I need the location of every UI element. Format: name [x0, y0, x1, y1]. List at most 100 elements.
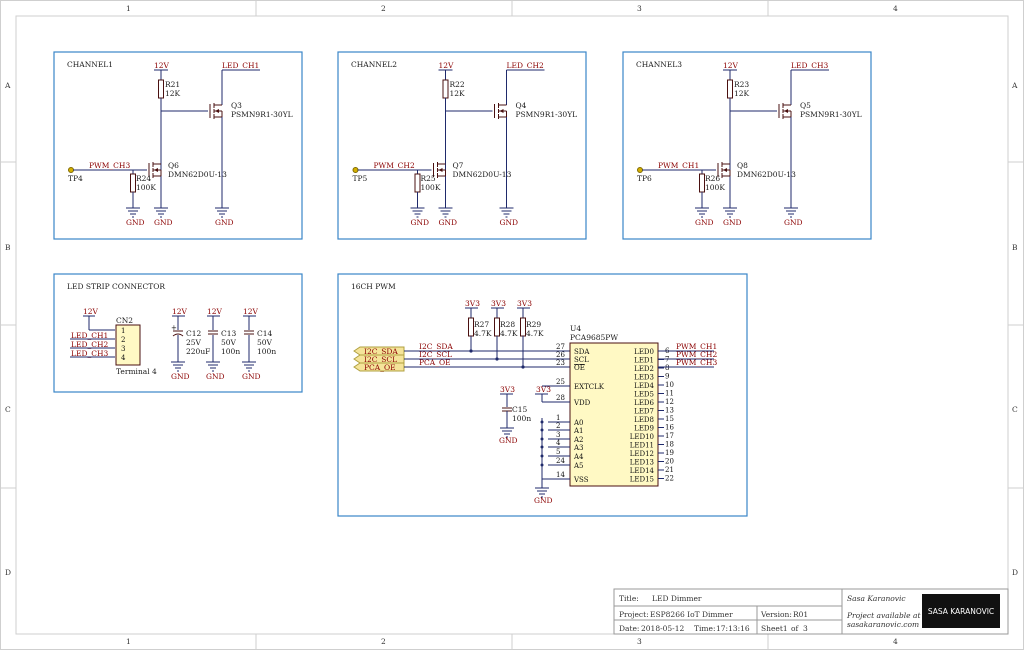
gnd-label: GND: [411, 218, 430, 227]
pullup-value: 12K: [734, 89, 750, 98]
net-led-ch3: LED_CH3: [71, 349, 108, 358]
u4-pin-number: 20: [665, 458, 674, 466]
row-label: C: [1012, 405, 1018, 414]
u4-pin-number: 15: [665, 415, 674, 423]
u4-pin-number: 25: [556, 378, 565, 386]
port-pca-oe[interactable]: PCA_OE: [353, 362, 405, 372]
test-point: [68, 167, 74, 173]
pulldown-value: 100K: [136, 183, 156, 192]
u4-pin-number: 9: [665, 373, 669, 381]
cn2-pin: 2: [121, 336, 125, 344]
cn2-ref: CN2: [116, 316, 133, 325]
sheet-total: 3: [803, 624, 808, 633]
gnd-label: GND: [784, 218, 803, 227]
cap-value: 220uF: [186, 347, 210, 356]
pulldown-ref: R25: [421, 174, 436, 183]
u4-pin-number: 3: [556, 431, 560, 439]
col-label: 2: [381, 4, 386, 13]
pullup-ref: R28: [500, 320, 515, 329]
pullup-ref: R27: [474, 320, 489, 329]
availability-line1: Project available at: [846, 611, 921, 620]
u4-pin-name: LED13: [630, 459, 654, 467]
u4-pin-name: A0: [573, 419, 584, 427]
u4-pin-name: LED4: [634, 382, 654, 390]
u4-pin-name: A2: [573, 436, 584, 444]
u4-pin-number: 21: [665, 466, 674, 474]
cap-voltage: 50V: [221, 338, 237, 347]
net-pwm-in: PWM_CH3: [89, 161, 130, 170]
cn2-pin: 1: [121, 327, 125, 335]
row-label: B: [1012, 243, 1018, 252]
net-led-out: LED_CH1: [222, 61, 259, 70]
u4-pin-number: 2: [556, 422, 560, 430]
cap-value: 100n: [221, 347, 240, 356]
pullup-value: 4.7K: [474, 329, 492, 338]
u4-part: PCA9685PW: [570, 333, 618, 342]
test-point: [352, 167, 359, 173]
pullup-ref: R21: [165, 80, 180, 89]
pullup-value: 4.7K: [500, 329, 518, 338]
pullup-value: 12K: [165, 89, 181, 98]
u4-pin-number: 5: [556, 448, 560, 456]
net-pwm-in: PWM_CH2: [374, 161, 415, 170]
row-label: D: [1012, 568, 1018, 577]
u4-pin-number: 8: [665, 364, 669, 372]
pulldown-value: 100K: [421, 183, 441, 192]
title-value: LED Dimmer: [652, 594, 702, 603]
gnd-label: GND: [215, 218, 234, 227]
author: Sasa Karanovic: [847, 594, 906, 603]
col-label: 4: [893, 637, 898, 646]
row-label: A: [4, 81, 11, 90]
title-block: Title: LED Dimmer Project: ESP8266 IoT D…: [613, 588, 1009, 635]
availability-line2: sasakaranovic.com: [847, 620, 919, 629]
fet-hi-ref: Q4: [516, 101, 527, 110]
schematic-sheet: 1 2 3 4 1 2 3 4 A B C D A B C D CHANNEL1…: [0, 0, 1024, 650]
u4-pin-number: 12: [665, 398, 674, 406]
pulldown-ref: R26: [705, 174, 720, 183]
net-pwm-ch3-out: PWM_CH3: [676, 358, 717, 367]
u4-pin-name: LED11: [630, 442, 654, 450]
net-led-out: LED_CH3: [791, 61, 828, 70]
fet-hi-part: PSMN9R1-30YL: [800, 110, 862, 119]
fet-lo-ref: Q7: [453, 161, 464, 170]
pullup-ref: R29: [526, 320, 541, 329]
cap-ref: C13: [221, 329, 237, 338]
u4-pin-number: 19: [665, 449, 674, 457]
test-point-ref: TP5: [353, 174, 368, 183]
u4-pin-number: 17: [665, 432, 674, 440]
net-12v: 12V: [83, 307, 99, 316]
u4-pin-number: 22: [665, 475, 674, 483]
u4-pin-name: LED0: [634, 348, 654, 356]
col-label: 3: [637, 637, 642, 646]
test-point-ref: TP6: [637, 174, 652, 183]
cap-ref: C12: [186, 329, 202, 338]
cn2-name: Terminal 4: [116, 367, 157, 376]
gnd-label: GND: [500, 218, 519, 227]
fet-lo-ref: Q6: [168, 161, 179, 170]
u4-pin-name: LED9: [634, 425, 654, 433]
u4-pin-name: LED3: [634, 374, 654, 382]
row-label: C: [5, 405, 11, 414]
u4-pin-number: 1: [556, 414, 560, 422]
u4-pin-name: LED2: [634, 365, 654, 373]
net-12v: 12V: [243, 307, 259, 316]
u4-pin-number: 26: [556, 351, 565, 359]
cn2-pin: 3: [121, 345, 125, 353]
block-title: LED STRIP CONNECTOR: [67, 282, 165, 291]
u4-pin-number: 4: [556, 439, 561, 447]
fet-lo-part: DMN62D0U-13: [168, 170, 227, 179]
gnd-u4: GND: [534, 496, 553, 505]
row-label: B: [5, 243, 11, 252]
gnd-label: GND: [723, 218, 742, 227]
net-12v: 12V: [439, 61, 455, 70]
u4-pin-number: 10: [665, 381, 674, 389]
time-label: Time:: [694, 624, 715, 633]
net-12v: 12V: [723, 61, 739, 70]
title-label: Title:: [619, 594, 639, 603]
pullup-ref: R22: [450, 80, 465, 89]
u4-pin-name: LED6: [634, 399, 654, 407]
u4-pin-name: A3: [573, 444, 584, 452]
sheet-value: Sheet1: [761, 624, 788, 633]
u4-pin-name: OE: [574, 364, 585, 372]
cap-voltage: 50V: [257, 338, 273, 347]
